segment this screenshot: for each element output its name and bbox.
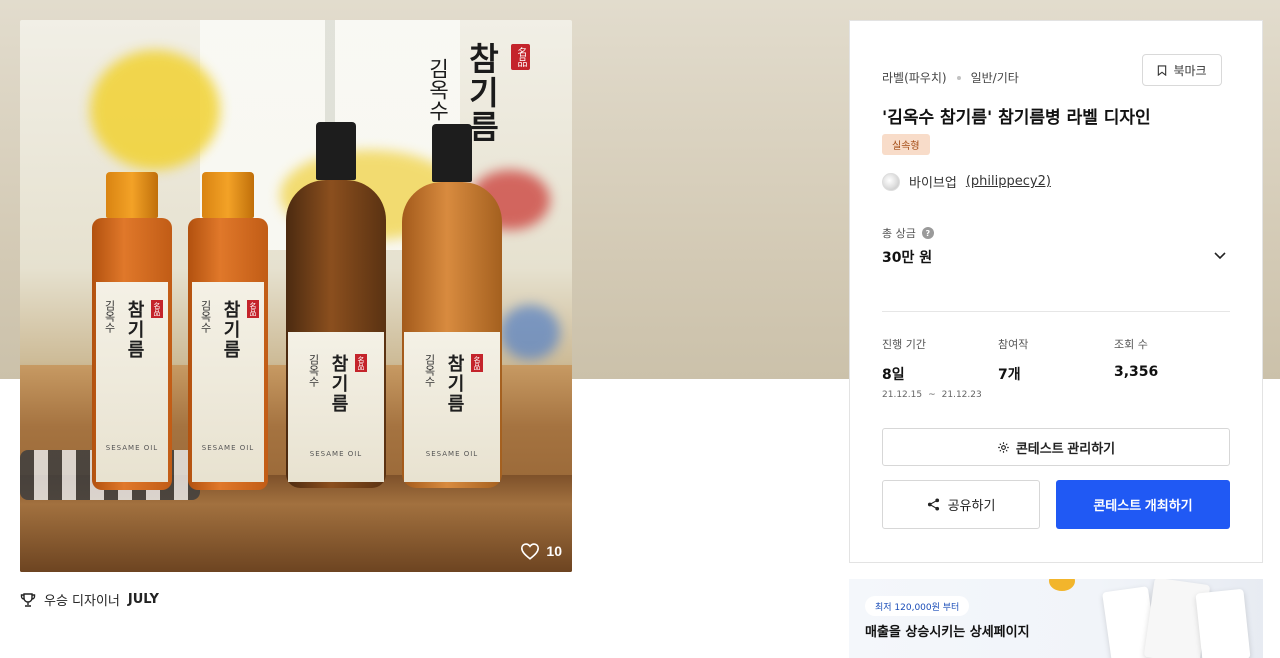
- help-icon[interactable]: ?: [921, 227, 934, 239]
- label-sub: 김옥수: [307, 354, 320, 387]
- tall-bottle-1: 김옥수 참기름 名品 SESAME OIL: [286, 122, 386, 488]
- share-button[interactable]: 공유하기: [882, 480, 1040, 529]
- views-label: 조회 수: [1114, 338, 1148, 351]
- contest-title: '김옥수 참기름' 참기름병 라벨 디자인: [882, 108, 1151, 128]
- label-main: 참기름: [124, 300, 145, 360]
- prize-label-text: 총 상금: [882, 227, 916, 240]
- ad-decoration: [1049, 579, 1075, 591]
- label-sub: 김옥수: [103, 300, 116, 333]
- ad-preview-card-3: [1195, 588, 1251, 658]
- prize-label: 총 상금 ?: [882, 225, 934, 241]
- period-end: 21.12.23: [941, 390, 982, 400]
- brand-sub: 김옥수: [426, 58, 450, 121]
- background-egg: [500, 305, 560, 360]
- host-name: 바이브업: [909, 176, 957, 191]
- ad-price-chip: 최저 120,000원 부터: [865, 596, 970, 616]
- share-icon: [927, 498, 939, 511]
- entries-label: 참여작: [998, 338, 1029, 351]
- host-info[interactable]: 바이브업 (philippecy2): [882, 172, 1051, 191]
- prize-value: 30만 원: [882, 250, 933, 266]
- winner-designer-name[interactable]: JULY: [128, 592, 159, 607]
- contest-info-panel: 라벨(파우치) 일반/기타 북마크 '김옥수 참기름' 참기름병 라벨 디자인 …: [849, 20, 1263, 563]
- manage-contest-label: 콘테스트 관리하기: [1015, 440, 1116, 456]
- period-separator: ~: [928, 390, 936, 400]
- period-dates: 21.12.15 ~ 21.12.23: [882, 390, 982, 400]
- label-seal: 名品: [355, 354, 367, 372]
- stat-period: 진행 기간 8일 21.12.15 ~ 21.12.23: [882, 336, 982, 400]
- period-label: 진행 기간: [882, 338, 926, 351]
- label-sub: 김옥수: [423, 354, 436, 387]
- breadcrumb-separator: [956, 75, 961, 80]
- label-seal: 名品: [247, 300, 259, 318]
- label-oil: SESAME OIL: [105, 444, 159, 452]
- brand-seal: 名品: [511, 44, 530, 70]
- heart-icon: [521, 543, 540, 560]
- ad-banner[interactable]: 최저 120,000원 부터 매출을 상승시키는 상세페이지: [849, 579, 1263, 658]
- chevron-down-icon[interactable]: [1212, 247, 1228, 263]
- label-seal: 名品: [471, 354, 483, 372]
- label-main: 참기름: [328, 354, 349, 414]
- gear-icon: [998, 441, 1009, 453]
- bookmark-button[interactable]: 북마크: [1142, 54, 1222, 86]
- host-contest-button[interactable]: 콘테스트 개최하기: [1056, 480, 1230, 529]
- views-value: 3,356: [1114, 364, 1159, 380]
- share-label: 공유하기: [947, 498, 996, 513]
- label-seal: 名品: [151, 300, 163, 318]
- bookmark-icon: [1158, 64, 1167, 76]
- label-oil: SESAME OIL: [309, 450, 363, 458]
- host-id[interactable]: (philippecy2): [966, 174, 1051, 189]
- period-value: 8일: [882, 367, 905, 383]
- winner-prefix: 우승 디자이너: [44, 594, 120, 609]
- label-oil: SESAME OIL: [425, 450, 479, 458]
- manage-contest-button[interactable]: 콘테스트 관리하기: [882, 428, 1230, 466]
- label-main: 참기름: [220, 300, 241, 360]
- tall-bottle-2: 김옥수 참기름 名品 SESAME OIL: [402, 124, 502, 488]
- label-main: 참기름: [444, 354, 465, 414]
- period-start: 21.12.15: [882, 390, 923, 400]
- small-bottle-1: 김옥수 참기름 名品 SESAME OIL: [92, 172, 172, 490]
- label-sub: 김옥수: [199, 300, 212, 333]
- entries-value: 7개: [998, 367, 1021, 383]
- like-count: 10: [546, 543, 562, 559]
- background-flowers: [90, 50, 220, 170]
- host-avatar: [882, 172, 900, 191]
- subcategory-label[interactable]: 일반/기타: [971, 69, 1019, 86]
- breadcrumb: 라벨(파우치) 일반/기타: [882, 69, 1019, 86]
- winner-designer: 우승 디자이너 JULY: [20, 590, 159, 609]
- label-oil: SESAME OIL: [201, 444, 255, 452]
- small-bottle-2: 김옥수 참기름 名品 SESAME OIL: [188, 172, 268, 490]
- divider: [882, 311, 1230, 312]
- category-label[interactable]: 라벨(파우치): [882, 69, 947, 86]
- stat-views: 조회 수 3,356: [1114, 336, 1158, 380]
- ad-headline: 매출을 상승시키는 상세페이지: [865, 625, 1030, 640]
- grade-badge: 실속형: [882, 134, 930, 155]
- like-button[interactable]: 10: [520, 542, 562, 560]
- stat-entries: 참여작 7개: [998, 336, 1028, 384]
- trophy-icon: [20, 592, 36, 607]
- bookmark-label: 북마크: [1173, 63, 1207, 78]
- product-image[interactable]: 김옥수 참기름 名品 김옥수 참기름 名品 SESAME OIL 김옥수 참기름…: [20, 20, 572, 572]
